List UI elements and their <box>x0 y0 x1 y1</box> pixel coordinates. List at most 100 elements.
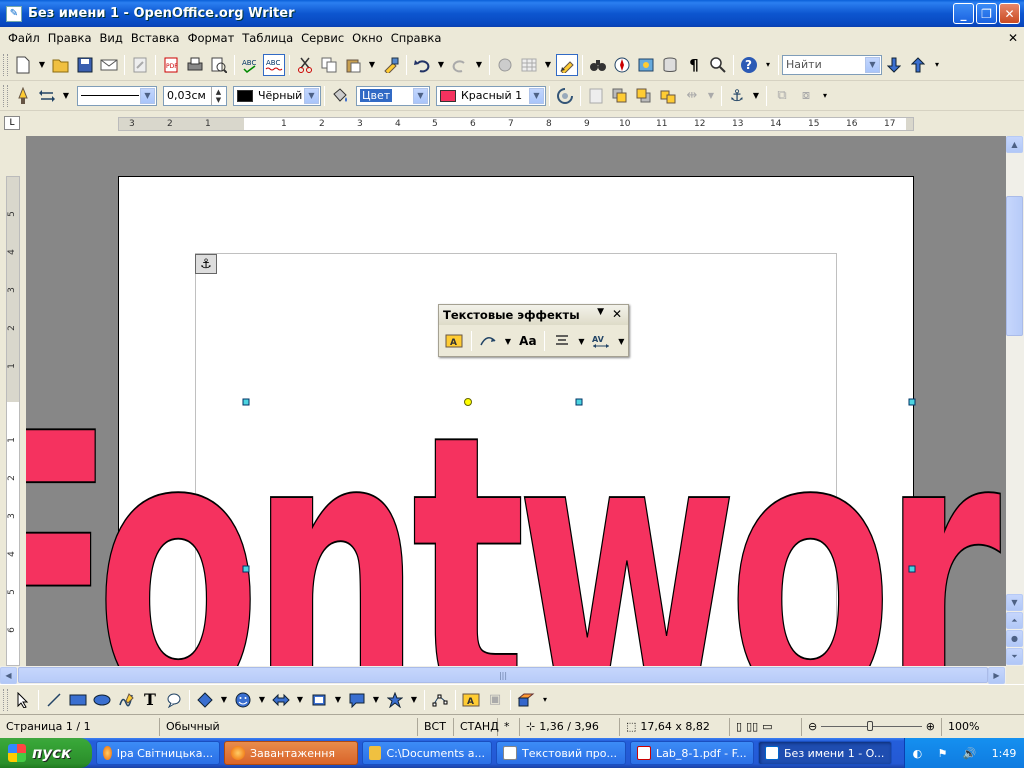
new-document-icon[interactable] <box>12 54 34 76</box>
basic-shapes-icon[interactable] <box>194 689 216 711</box>
print-icon[interactable] <box>184 54 206 76</box>
close-document-icon[interactable]: ✕ <box>1008 31 1018 45</box>
select-icon[interactable] <box>12 689 34 711</box>
anchor-dropdown-icon[interactable]: ▼ <box>750 85 762 107</box>
arrow-style-icon[interactable] <box>36 85 58 107</box>
line-icon[interactable] <box>12 85 34 107</box>
toolbar-grip-3[interactable] <box>3 688 8 711</box>
line-color-select[interactable]: Чёрный ▼ <box>233 85 321 106</box>
basic-shapes-dropdown-icon[interactable]: ▼ <box>218 689 230 711</box>
horizontal-scrollbar[interactable]: ◀ ||| ▶ <box>0 666 1006 684</box>
scroll-up-icon[interactable]: ▲ <box>1006 136 1023 153</box>
multi-page-view-icon[interactable]: ▯▯ <box>746 720 758 733</box>
taskbar-item-pdf[interactable]: Lab_8-1.pdf - F... <box>630 741 754 765</box>
taskbar-item-explorer[interactable]: C:\Documents a... <box>362 741 492 765</box>
area-style-dropdown-icon[interactable]: ▼ <box>413 87 428 104</box>
vertical-scroll-thumb[interactable] <box>1006 196 1023 336</box>
zoom-slider-track[interactable] <box>821 721 922 731</box>
taskbar-item-text-editor[interactable]: Текстовий про... <box>496 741 626 765</box>
minimize-button[interactable]: _ <box>953 3 974 24</box>
character-spacing-icon[interactable]: AV <box>591 330 612 352</box>
tab-type-icon[interactable]: L <box>4 116 20 130</box>
close-icon[interactable]: ✕ <box>612 307 622 321</box>
menu-window[interactable]: Окно <box>348 31 387 45</box>
show-draw-functions-icon[interactable] <box>556 53 578 76</box>
redo-dropdown-icon[interactable]: ▼ <box>473 54 485 76</box>
flowchart-dropdown-icon[interactable]: ▼ <box>332 689 344 711</box>
open-icon[interactable] <box>50 54 72 76</box>
symbol-shapes-icon[interactable] <box>232 689 254 711</box>
adjust-handle[interactable] <box>464 398 472 406</box>
paste-icon[interactable] <box>342 54 364 76</box>
block-arrows-icon[interactable] <box>270 689 292 711</box>
line-color-dropdown-icon[interactable]: ▼ <box>304 87 319 104</box>
cut-icon[interactable] <box>294 54 316 76</box>
shadow-icon[interactable] <box>554 85 576 107</box>
fontwork-shape-dropdown-icon[interactable]: ▼ <box>502 330 513 352</box>
freeform-line-icon[interactable] <box>115 689 137 711</box>
group-icon[interactable]: ⧉ <box>771 85 793 107</box>
area-fill-icon[interactable] <box>329 85 351 107</box>
new-dropdown-icon[interactable]: ▼ <box>36 54 48 76</box>
export-pdf-icon[interactable]: PDF <box>160 54 182 76</box>
ungroup-icon[interactable]: ⧇ <box>795 85 817 107</box>
next-page-icon[interactable]: ⏷ <box>1006 648 1023 665</box>
table-icon[interactable] <box>518 54 540 76</box>
menu-view[interactable]: Вид <box>96 31 127 45</box>
fontwork-gallery-icon[interactable]: A <box>444 330 465 352</box>
callout-tool-icon[interactable] <box>163 689 185 711</box>
scroll-left-icon[interactable]: ◀ <box>0 667 17 684</box>
flowchart-icon[interactable] <box>308 689 330 711</box>
selection-handle[interactable] <box>242 398 250 406</box>
toolbar-options-2-icon[interactable]: ▾ <box>819 85 831 107</box>
find-dropdown-icon[interactable]: ▼ <box>865 56 880 73</box>
navigator-icon[interactable] <box>611 54 633 76</box>
edit-file-icon[interactable] <box>129 54 151 76</box>
fontwork-shape-icon[interactable] <box>478 330 499 352</box>
book-view-icon[interactable]: ▭ <box>762 720 772 733</box>
toolbar-menu-icon[interactable]: ▼ <box>597 307 604 317</box>
page-indicator[interactable]: Страница 1 / 1 <box>0 717 160 736</box>
taskbar-item-writer[interactable]: Без имени 1 - O... <box>758 741 892 765</box>
find-input[interactable]: Найти ▼ <box>782 54 882 75</box>
stars-dropdown-icon[interactable]: ▼ <box>408 689 420 711</box>
toolbar-grip-2[interactable] <box>3 84 8 107</box>
previous-page-icon[interactable]: ⏶ <box>1006 612 1023 629</box>
extrusion-icon[interactable] <box>515 689 537 711</box>
menu-format[interactable]: Формат <box>184 31 239 45</box>
insert-mode[interactable]: ВСТ <box>418 717 454 736</box>
from-file-icon[interactable]: ▣ <box>484 689 506 711</box>
find-previous-icon[interactable] <box>907 54 929 76</box>
autospellcheck-icon[interactable]: ABC <box>263 53 285 76</box>
copy-icon[interactable] <box>318 54 340 76</box>
fontwork-object[interactable]: Fontwork <box>26 136 1006 666</box>
vertical-scrollbar[interactable]: ▲ ▼ ⏶ ● ⏷ <box>1006 136 1024 666</box>
help-icon[interactable]: ? <box>738 54 760 76</box>
redo-icon[interactable] <box>449 54 471 76</box>
zoom-slider-thumb[interactable] <box>867 721 874 731</box>
text-tool-icon[interactable]: T <box>139 689 161 711</box>
toolbar-options-icon[interactable]: ▾ <box>762 54 774 76</box>
find-toolbar-options-icon[interactable]: ▾ <box>931 54 943 76</box>
fontwork-alignment-dropdown-icon[interactable]: ▼ <box>576 330 587 352</box>
clock[interactable]: 1:49 <box>992 747 1017 760</box>
area-color-select[interactable]: Красный 1 ▼ <box>436 85 546 106</box>
selection-mode[interactable]: СТАНД <box>454 717 499 736</box>
selection-handle[interactable] <box>575 398 583 406</box>
selection-handle[interactable] <box>908 398 916 406</box>
navigation-icon[interactable]: ● <box>1006 630 1023 647</box>
document-area[interactable]: ⚓ Fontwork <box>26 136 1006 666</box>
menu-file[interactable]: Файл <box>4 31 44 45</box>
start-button[interactable]: пуск <box>0 738 92 768</box>
close-button[interactable]: ✕ <box>999 3 1020 24</box>
position-size-icon[interactable] <box>585 85 607 107</box>
gallery-icon[interactable] <box>635 54 657 76</box>
character-spacing-dropdown-icon[interactable]: ▼ <box>616 330 627 352</box>
menu-help[interactable]: Справка <box>387 31 446 45</box>
vertical-ruler[interactable]: 5 4 3 2 1 1 2 3 4 5 6 <box>0 136 26 666</box>
zoom-out-icon[interactable]: ⊖ <box>808 720 817 733</box>
area-style-select[interactable]: Цвет ▼ <box>356 85 430 106</box>
horizontal-ruler[interactable]: L 3 2 1 1 2 3 4 5 6 7 8 9 10 11 12 13 14… <box>0 111 1024 136</box>
anchor-type-icon[interactable]: ⚓ <box>726 85 748 107</box>
network-icon[interactable]: ◐ <box>913 747 923 760</box>
